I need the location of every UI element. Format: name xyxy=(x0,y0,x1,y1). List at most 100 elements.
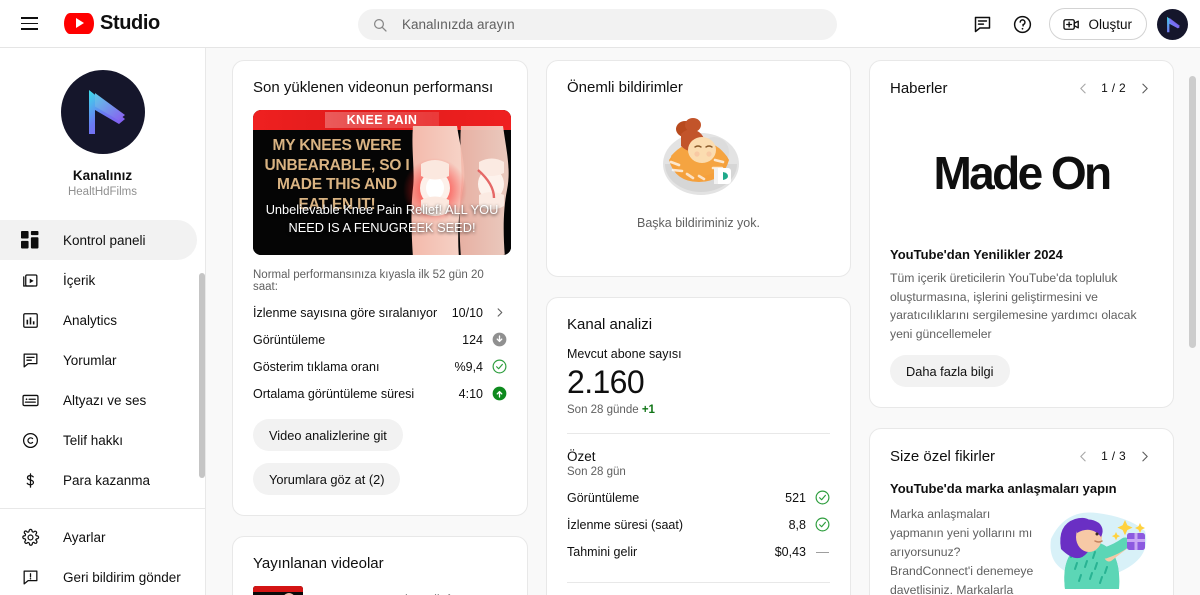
sidebar-nav: Kontrol paneli İçerik Analytics Yorumlar… xyxy=(0,220,205,595)
feedback-icon[interactable] xyxy=(963,5,1001,43)
avatar[interactable] xyxy=(60,70,145,154)
create-video-icon xyxy=(1063,18,1080,30)
metric-label: Ortalama görüntüleme süresi xyxy=(253,386,415,401)
sidebar-item-settings[interactable]: Ayarlar xyxy=(0,517,197,557)
sidebar-item-label: İçerik xyxy=(63,272,96,288)
divider xyxy=(567,433,830,434)
content-icon xyxy=(18,268,42,292)
news-title: Haberler xyxy=(890,79,948,97)
chevron-left-icon[interactable] xyxy=(1074,447,1092,465)
sidebar-item-label: Analytics xyxy=(63,312,118,328)
metric-row[interactable]: İzlenme sayısına göre sıralanıyor 10/10 xyxy=(253,299,507,326)
ideas-card: Size özel fikirler 1 / 3 YouTube'da mark… xyxy=(869,428,1174,595)
delta-value: +1 xyxy=(641,404,655,416)
metric-value-group: $0,43 — xyxy=(775,544,830,559)
sidebar-item-comments[interactable]: Yorumlar xyxy=(0,340,197,380)
sidebar-item-monetization[interactable]: Para kazanma xyxy=(0,460,197,500)
metric-value: $0,43 xyxy=(774,544,806,559)
search-icon xyxy=(373,18,387,32)
metric-value-group: 124 xyxy=(462,332,507,347)
list-item[interactable]: STOP KNEE PAIN NOW! Instant Knee Pain Re… xyxy=(253,586,507,595)
learn-more-button[interactable]: Daha fazla bilgi xyxy=(890,355,1010,388)
metric-value-group: 10/10 xyxy=(452,305,507,320)
chevron-right-icon xyxy=(492,305,507,320)
account-avatar[interactable] xyxy=(1157,8,1188,40)
published-videos-title: Yayınlanan videolar xyxy=(253,555,384,572)
sidebar-item-content[interactable]: İçerik xyxy=(0,260,197,300)
metric-label: Görüntüleme xyxy=(253,332,326,347)
performance-metrics: İzlenme sayısına göre sıralanıyor 10/10 … xyxy=(253,299,507,407)
table-row: Görüntüleme 521 xyxy=(567,484,830,511)
column-middle: Önemli bildirimler Başka bildiriminiz yo… xyxy=(546,60,851,595)
metric-value: 10/10 xyxy=(451,305,483,320)
view-comments-button[interactable]: Yorumlara göz at (2) xyxy=(253,463,401,495)
sidebar-item-dashboard[interactable]: Kontrol paneli xyxy=(0,220,197,260)
metric-label: İzlenme sayısına göre sıralanıyor xyxy=(253,305,438,320)
create-button[interactable]: Oluştur xyxy=(1049,8,1147,40)
search-input[interactable] xyxy=(402,17,802,32)
sidebar-item-subtitles[interactable]: Altyazı ve ses xyxy=(0,380,197,420)
ideas-page-indicator: 1 / 3 xyxy=(1101,449,1126,464)
sidebar-item-label: Ayarlar xyxy=(63,529,106,545)
create-button-label: Oluştur xyxy=(1088,16,1132,32)
channel-logo-icon xyxy=(88,90,125,134)
sidebar-item-label: Kontrol paneli xyxy=(63,232,146,248)
top-bar: Studio Kanalınızda arayın Oluştur xyxy=(0,0,1200,48)
sidebar-item-label: Yorumlar xyxy=(63,352,117,368)
summary-period: Son 28 gün xyxy=(567,466,626,478)
news-hero-image[interactable]: Made On xyxy=(890,113,1153,233)
ideas-body: Marka anlaşmaları yapmanın yeni yolların… xyxy=(890,507,1034,595)
subscribers-count: 2.160 xyxy=(567,364,645,400)
table-row: Tahmini gelir $0,43 — xyxy=(567,538,830,565)
woman-with-gift-illustration xyxy=(1043,505,1153,590)
sidebar: Kanalınız HealtHdFilms Kontrol paneli İç… xyxy=(0,48,206,595)
channel-logo-icon xyxy=(1167,16,1180,32)
ideas-content: Marka anlaşmaları yapmanın yeni yolların… xyxy=(890,505,1153,595)
chevron-right-icon[interactable] xyxy=(1135,447,1153,465)
performance-actions: Video analizlerine git Yorumlara göz at … xyxy=(253,407,507,495)
go-to-video-analytics-button[interactable]: Video analizlerine git xyxy=(253,419,403,451)
sidebar-scrollbar[interactable] xyxy=(199,273,205,478)
performance-note: Normal performansınıza kıyasla ilk 52 gü… xyxy=(253,269,484,293)
divider xyxy=(567,582,830,583)
metric-row: Gösterim tıklama oranı %9,4 xyxy=(253,353,507,380)
news-pager: 1 / 2 xyxy=(1074,79,1153,97)
chevron-left-icon[interactable] xyxy=(1074,79,1092,97)
thumbnail-overlay-title: Unbelievable Knee Pain Relief! ALL YOU N… xyxy=(265,201,499,235)
sidebar-item-copyright[interactable]: Telif hakkı xyxy=(0,420,197,460)
settings-icon xyxy=(18,525,42,549)
sidebar-divider xyxy=(0,508,205,509)
check-circle-green-icon xyxy=(815,490,830,505)
main-scrollbar[interactable] xyxy=(1189,76,1196,348)
metric-label: İzlenme süresi (saat) xyxy=(567,517,684,532)
help-icon[interactable] xyxy=(1003,5,1041,43)
page-title: Son yüklenen videonun performansı xyxy=(253,79,494,96)
sidebar-item-send-feedback[interactable]: Geri bildirim gönder xyxy=(0,557,197,595)
chevron-right-icon[interactable] xyxy=(1135,79,1153,97)
performance-card: Son yüklenen videonun performansı KNEE P… xyxy=(232,60,528,516)
metric-row: Ortalama görüntüleme süresi 4:10 xyxy=(253,380,507,407)
studio-logo[interactable]: Studio xyxy=(64,12,160,35)
published-videos-card: Yayınlanan videolar STOP KNEE PAIN NOW! xyxy=(232,536,528,595)
main-content: Son yüklenen videonun performansı KNEE P… xyxy=(206,48,1200,595)
metric-value: 4:10 xyxy=(458,386,483,401)
studio-wordmark: Studio xyxy=(100,12,160,34)
monetization-icon xyxy=(18,468,42,492)
summary-title: Özet xyxy=(567,449,596,464)
search-bar[interactable] xyxy=(358,9,837,40)
comments-icon xyxy=(18,348,42,372)
video-thumbnail[interactable]: KNEE PAIN MY KNEES WERE UNBEARABLE, SO I… xyxy=(253,110,511,255)
dashboard-icon xyxy=(18,228,42,252)
news-header: Haberler 1 / 2 xyxy=(890,79,1153,97)
notifications-empty-state: Başka bildiriminiz yok. xyxy=(567,96,830,256)
column-left: Son yüklenen videonun performansı KNEE P… xyxy=(232,60,528,595)
channel-header: Kanalınız HealtHdFilms xyxy=(0,48,205,212)
column-right: Haberler 1 / 2 Made On YouTube'dan Yenil… xyxy=(869,60,1174,595)
channel-handle: HealtHdFilms xyxy=(67,186,137,198)
youtube-play-icon xyxy=(64,13,94,34)
sidebar-item-analytics[interactable]: Analytics xyxy=(0,300,197,340)
notifications-empty-text: Başka bildiriminiz yok. xyxy=(637,216,760,230)
metric-label: Gösterim tıklama oranı xyxy=(253,359,380,374)
sidebar-item-label: Telif hakkı xyxy=(63,432,124,448)
hamburger-icon[interactable] xyxy=(9,4,49,44)
